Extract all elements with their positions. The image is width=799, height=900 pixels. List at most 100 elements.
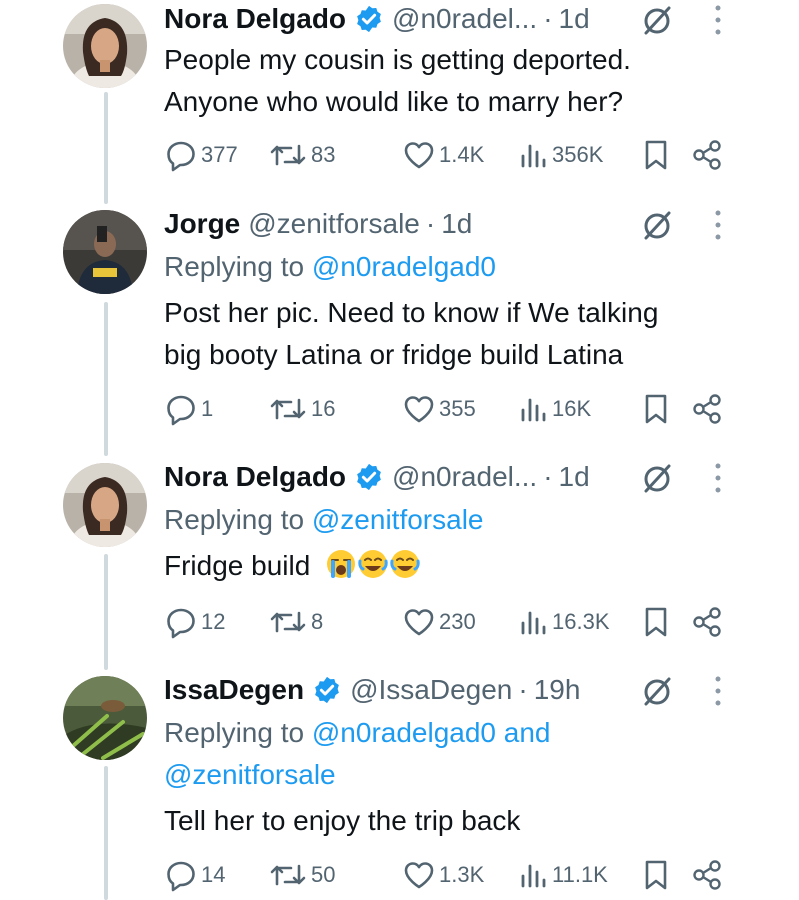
- verified-badge-icon: [357, 463, 381, 491]
- views-button[interactable]: 356K: [519, 135, 603, 175]
- replying-prefix: Replying to: [164, 251, 312, 282]
- like-button[interactable]: 355: [402, 389, 476, 429]
- like-icon: [404, 609, 434, 636]
- views-count: 16.3K: [552, 609, 610, 634]
- reply-count: 12: [201, 609, 226, 634]
- replying-to: Replying to @n0radelgad0: [164, 246, 658, 288]
- more-icon[interactable]: [711, 460, 725, 496]
- tweet[interactable]: IssaDegen @IssaDegen · 19h Replying to @…: [0, 671, 799, 900]
- more-icon[interactable]: [711, 673, 725, 709]
- bookmark-icon[interactable]: [642, 606, 670, 638]
- tweet-text-line: Fridge build: [164, 545, 483, 587]
- reply-button[interactable]: 1: [164, 389, 213, 429]
- separator-dot: ·: [543, 461, 553, 492]
- timestamp[interactable]: 1d: [559, 0, 590, 38]
- views-button[interactable]: 16.3K: [519, 602, 610, 642]
- display-name[interactable]: Nora Delgado: [164, 0, 346, 38]
- repost-icon: [270, 144, 306, 166]
- replying-prefix: Replying to: [164, 717, 312, 748]
- share-icon[interactable]: [691, 606, 723, 638]
- reply-icon: [167, 141, 195, 172]
- share-icon[interactable]: [691, 139, 723, 171]
- grok-icon[interactable]: [640, 3, 674, 37]
- like-count: 1.3K: [439, 862, 485, 887]
- reply-button[interactable]: 14: [164, 855, 225, 895]
- timestamp[interactable]: 1d: [441, 205, 472, 243]
- views-count: 11.1K: [552, 862, 608, 887]
- repost-button[interactable]: 8: [268, 602, 323, 642]
- tweet-text: big booty Latina or fridge build Latina: [164, 339, 624, 370]
- repost-icon: [270, 611, 306, 633]
- views-button[interactable]: 11.1K: [519, 855, 608, 895]
- like-count: 230: [439, 609, 476, 634]
- tweet-text: Post her pic. Need to know if We talking: [164, 297, 659, 328]
- repost-button[interactable]: 83: [268, 135, 335, 175]
- mention-link[interactable]: @n0radelgad0 and: [312, 717, 551, 748]
- repost-count: 16: [311, 396, 336, 421]
- repost-icon: [270, 864, 306, 886]
- avatar[interactable]: [63, 676, 147, 760]
- display-name[interactable]: Jorge: [164, 205, 240, 243]
- reply-icon: [167, 608, 195, 639]
- timestamp[interactable]: 19h: [534, 671, 581, 709]
- like-button[interactable]: 230: [402, 602, 476, 642]
- grok-icon[interactable]: [640, 674, 674, 708]
- tweet-text: Anyone who would like to marry her?: [164, 86, 624, 117]
- mention-link[interactable]: @zenitforsale: [312, 504, 484, 535]
- replying-to: Replying to @zenitforsale: [164, 499, 483, 541]
- tweet[interactable]: Nora Delgado @n0radel... · 1d People my …: [0, 0, 799, 200]
- like-icon: [404, 862, 434, 889]
- more-icon[interactable]: [711, 2, 725, 38]
- repost-count: 50: [311, 862, 336, 887]
- like-icon: [404, 142, 434, 169]
- repost-button[interactable]: 16: [268, 389, 335, 429]
- separator-dot: ·: [518, 674, 528, 705]
- more-icon[interactable]: [711, 207, 725, 243]
- avatar[interactable]: [63, 463, 147, 547]
- like-count: 355: [439, 396, 476, 421]
- handle[interactable]: @IssaDegen: [350, 671, 512, 709]
- handle[interactable]: @n0radel...: [392, 0, 537, 38]
- separator-dot: ·: [543, 3, 553, 34]
- repost-icon: [270, 398, 306, 420]
- like-button[interactable]: 1.4K: [402, 135, 484, 175]
- handle[interactable]: @n0radel...: [392, 458, 537, 496]
- display-name[interactable]: Nora Delgado: [164, 458, 346, 496]
- views-count: 16K: [552, 396, 592, 421]
- grok-icon[interactable]: [640, 208, 674, 242]
- views-icon: [521, 864, 546, 888]
- bookmark-icon[interactable]: [642, 393, 670, 425]
- tweet[interactable]: Nora Delgado @n0radel... · 1d Replying t…: [0, 458, 799, 658]
- handle[interactable]: @zenitforsale: [248, 205, 420, 243]
- reply-count: 1: [201, 396, 214, 421]
- repost-button[interactable]: 50: [268, 855, 335, 895]
- mention-link[interactable]: @zenitforsale: [164, 754, 551, 796]
- reply-button[interactable]: 12: [164, 602, 225, 642]
- share-icon[interactable]: [691, 393, 723, 425]
- share-icon[interactable]: [691, 859, 723, 891]
- loudly-crying-face-emoji: [327, 550, 356, 578]
- mention-link[interactable]: @n0radelgad0: [312, 251, 496, 282]
- views-count: 356K: [552, 142, 604, 167]
- like-button[interactable]: 1.3K: [402, 855, 484, 895]
- avatar[interactable]: [63, 4, 147, 88]
- display-name[interactable]: IssaDegen: [164, 671, 304, 709]
- separator-dot: ·: [425, 208, 436, 239]
- views-button[interactable]: 16K: [519, 389, 591, 429]
- tweet-text: Tell her to enjoy the trip back: [164, 805, 521, 836]
- grok-icon[interactable]: [640, 461, 674, 495]
- tweet[interactable]: Jorge @zenitforsale · 1d Replying to @n0…: [0, 205, 799, 450]
- bookmark-icon[interactable]: [642, 139, 670, 171]
- reply-icon: [167, 395, 195, 426]
- verified-badge-icon: [357, 5, 381, 33]
- reply-count: 14: [201, 862, 226, 887]
- like-icon: [404, 396, 434, 423]
- avatar[interactable]: [63, 210, 147, 294]
- tweet-text: People my cousin is getting deported.: [164, 44, 631, 75]
- reply-icon: [167, 861, 195, 892]
- repost-count: 83: [311, 142, 336, 167]
- views-icon: [521, 144, 546, 168]
- reply-button[interactable]: 377: [164, 135, 238, 175]
- bookmark-icon[interactable]: [642, 859, 670, 891]
- timestamp[interactable]: 1d: [559, 458, 590, 496]
